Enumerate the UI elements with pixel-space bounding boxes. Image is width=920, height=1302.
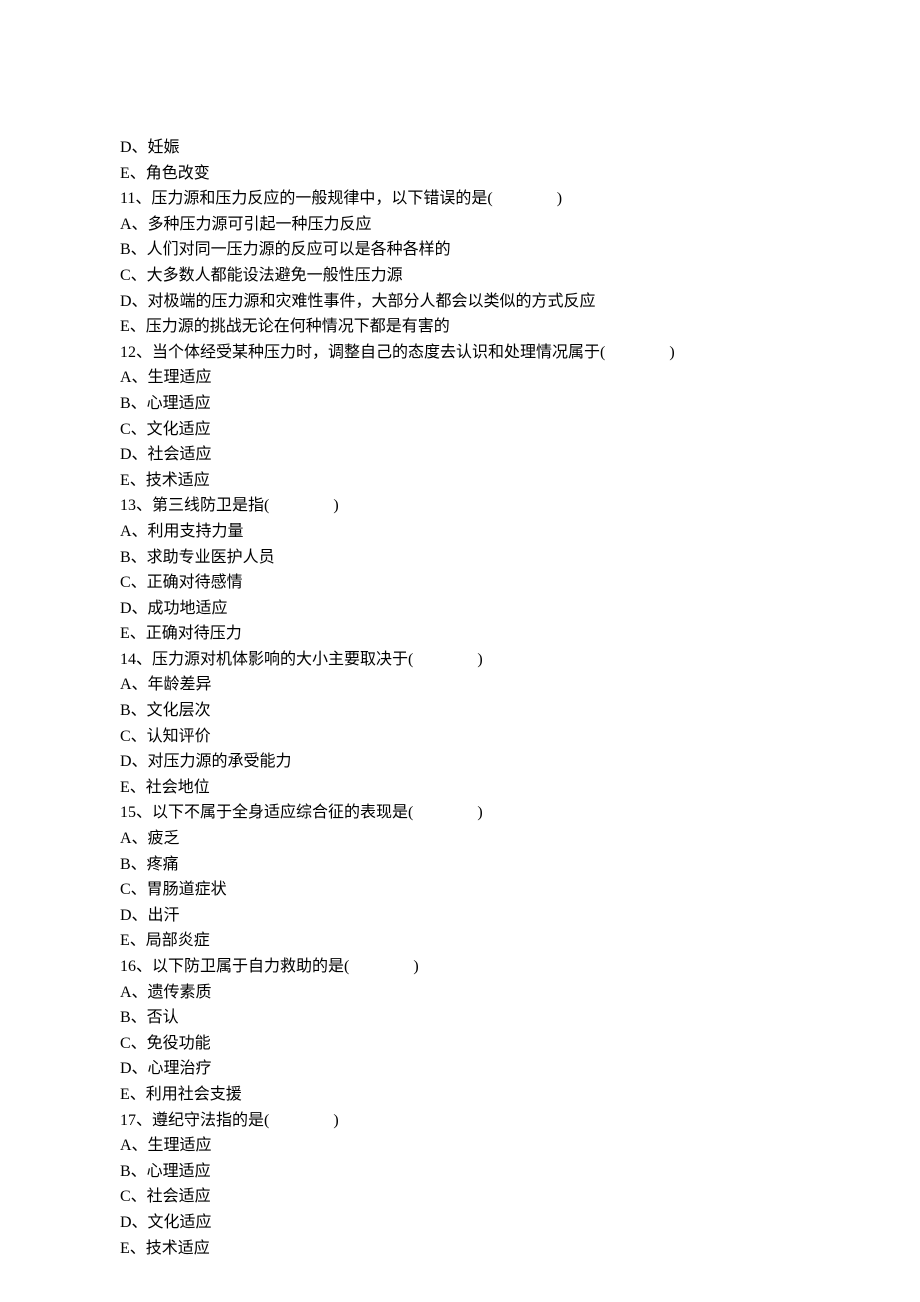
text-line: E、压力源的挑战无论在何种情况下都是有害的 — [120, 314, 800, 340]
text-line: B、心理适应 — [120, 391, 800, 417]
text-line: B、否认 — [120, 1005, 800, 1031]
text-line: B、疼痛 — [120, 852, 800, 878]
text-line: C、免役功能 — [120, 1031, 800, 1057]
text-line: C、社会适应 — [120, 1184, 800, 1210]
text-line: E、技术适应 — [120, 1236, 800, 1262]
text-line: B、求助专业医护人员 — [120, 545, 800, 571]
text-line: D、对压力源的承受能力 — [120, 749, 800, 775]
text-line: D、妊娠 — [120, 135, 800, 161]
text-line: E、技术适应 — [120, 468, 800, 494]
text-line: D、心理治疗 — [120, 1056, 800, 1082]
text-line: D、出汗 — [120, 903, 800, 929]
text-line: C、胃肠道症状 — [120, 877, 800, 903]
text-line: E、社会地位 — [120, 775, 800, 801]
text-line: E、利用社会支援 — [120, 1082, 800, 1108]
text-line: 16、以下防卫属于自力救助的是( ) — [120, 954, 800, 980]
text-line: D、对极端的压力源和灾难性事件，大部分人都会以类似的方式反应 — [120, 289, 800, 315]
text-line: E、局部炎症 — [120, 928, 800, 954]
text-line: D、成功地适应 — [120, 596, 800, 622]
text-line: C、大多数人都能设法避免一般性压力源 — [120, 263, 800, 289]
text-line: A、遗传素质 — [120, 980, 800, 1006]
text-line: 11、压力源和压力反应的一般规律中，以下错误的是( ) — [120, 186, 800, 212]
text-line: A、多种压力源可引起一种压力反应 — [120, 212, 800, 238]
text-line: A、年龄差异 — [120, 672, 800, 698]
text-line: 14、压力源对机体影响的大小主要取决于( ) — [120, 647, 800, 673]
text-line: D、社会适应 — [120, 442, 800, 468]
text-line: E、角色改变 — [120, 161, 800, 187]
text-line: B、心理适应 — [120, 1159, 800, 1185]
text-line: D、文化适应 — [120, 1210, 800, 1236]
text-line: E、正确对待压力 — [120, 621, 800, 647]
text-line: A、生理适应 — [120, 365, 800, 391]
text-line: B、人们对同一压力源的反应可以是各种各样的 — [120, 237, 800, 263]
text-line: A、利用支持力量 — [120, 519, 800, 545]
text-line: B、文化层次 — [120, 698, 800, 724]
text-line: C、正确对待感情 — [120, 570, 800, 596]
text-line: C、文化适应 — [120, 417, 800, 443]
document-body: D、妊娠E、角色改变11、压力源和压力反应的一般规律中，以下错误的是( )A、多… — [120, 135, 800, 1261]
text-line: 17、遵纪守法指的是( ) — [120, 1108, 800, 1134]
text-line: 13、第三线防卫是指( ) — [120, 493, 800, 519]
text-line: A、疲乏 — [120, 826, 800, 852]
text-line: 15、以下不属于全身适应综合征的表现是( ) — [120, 800, 800, 826]
text-line: C、认知评价 — [120, 724, 800, 750]
text-line: 12、当个体经受某种压力时，调整自己的态度去认识和处理情况属于( ) — [120, 340, 800, 366]
text-line: A、生理适应 — [120, 1133, 800, 1159]
